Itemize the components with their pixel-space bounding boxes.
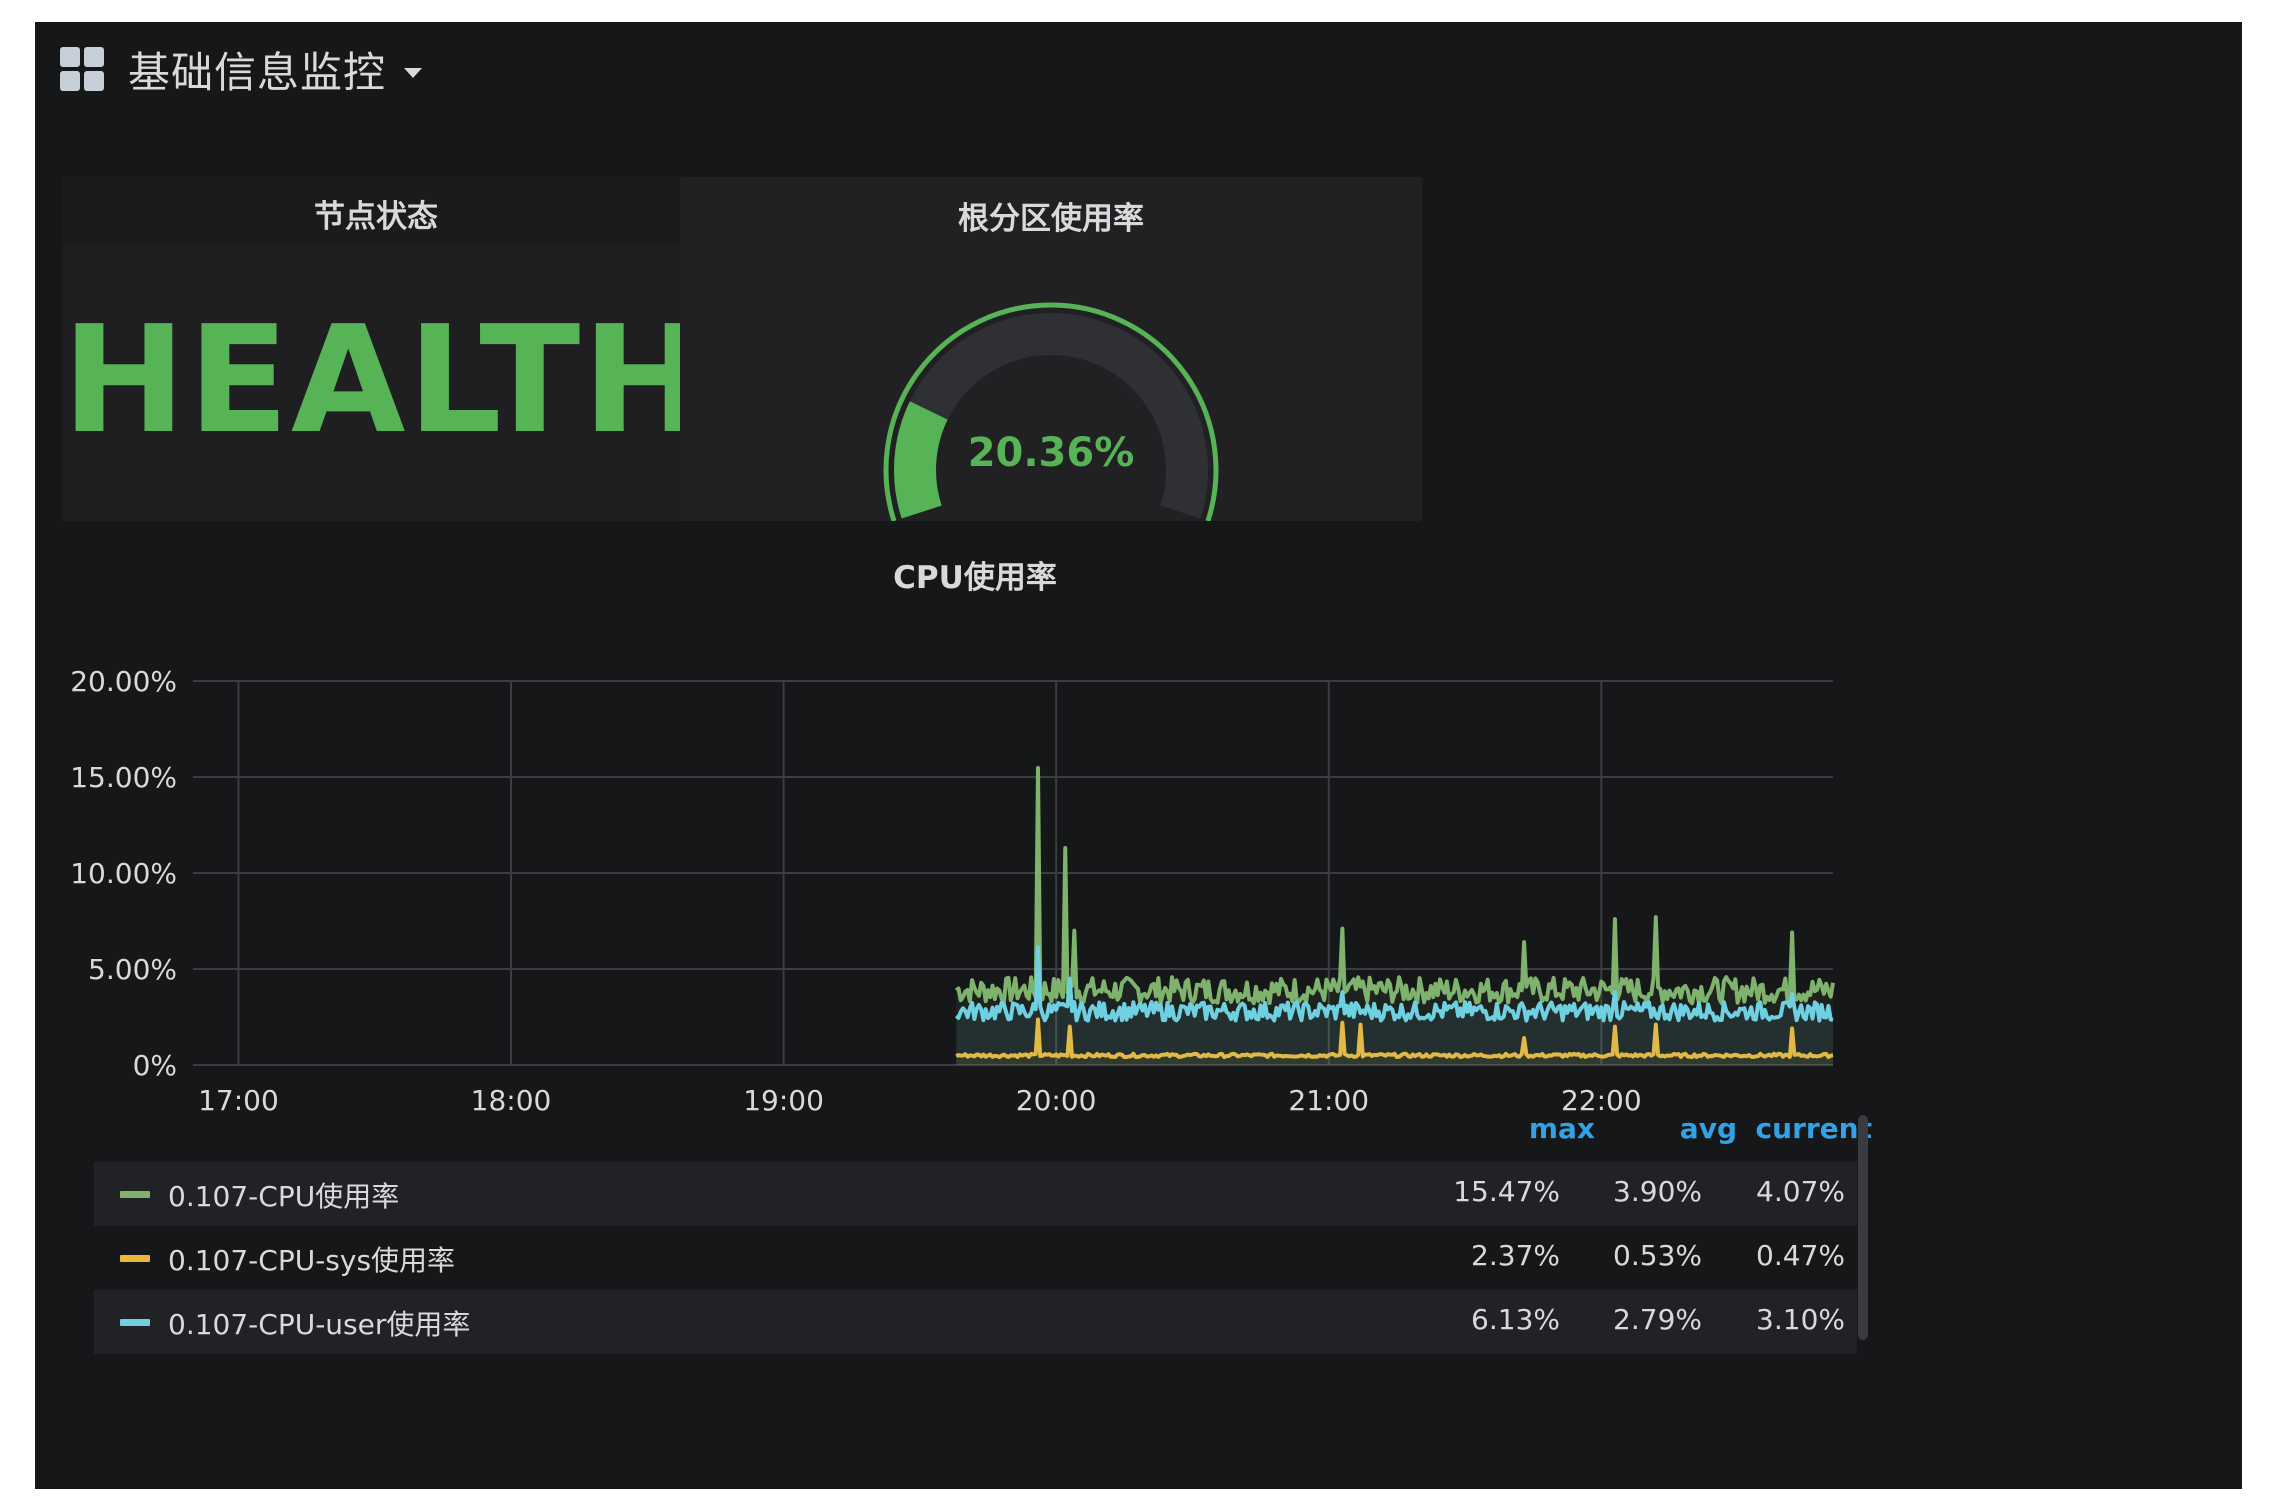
legend-current: 0.47% xyxy=(1756,1239,1845,1272)
legend-series-name[interactable]: 0.107-CPU-sys使用率 xyxy=(168,1239,455,1279)
x-tick-label: 18:00 xyxy=(471,1084,552,1117)
series-color-swatch[interactable] xyxy=(120,1255,150,1262)
x-tick-label: 19:00 xyxy=(743,1084,824,1117)
gauge-value-arc xyxy=(894,401,948,519)
root-partition-panel: 根分区使用率 20.36% xyxy=(680,177,1422,521)
legend-max: 2.37% xyxy=(1471,1239,1560,1272)
x-tick-label: 20:00 xyxy=(1016,1084,1097,1117)
cpu-graph-title[interactable]: CPU使用率 xyxy=(35,552,1915,597)
gauge-track xyxy=(894,313,1208,519)
legend-max: 15.47% xyxy=(1453,1175,1560,1208)
legend-current: 4.07% xyxy=(1756,1175,1845,1208)
legend-series-name[interactable]: 0.107-CPU使用率 xyxy=(168,1175,399,1215)
dashboard-title[interactable]: 基础信息监控 xyxy=(128,39,386,100)
y-tick-label: 15.00% xyxy=(70,761,177,794)
legend-series-name[interactable]: 0.107-CPU-user使用率 xyxy=(168,1303,470,1343)
legend-avg: 0.53% xyxy=(1613,1239,1702,1272)
node-status-value: HEALTH xyxy=(62,294,709,466)
dashboard-header[interactable]: 基础信息监控 xyxy=(60,34,423,104)
legend-avg: 3.90% xyxy=(1613,1175,1702,1208)
gauge-value-text: 20.36% xyxy=(968,430,1135,476)
legend-row[interactable]: 0.107-CPU使用率 15.47% 3.90% 4.07% xyxy=(94,1162,1857,1226)
legend-avg: 2.79% xyxy=(1613,1303,1702,1336)
legend-scrollbar[interactable] xyxy=(1858,1115,1868,1340)
apps-grid-icon[interactable] xyxy=(60,47,104,91)
root-partition-gauge: 20.36% xyxy=(883,302,1219,521)
legend-current: 3.10% xyxy=(1756,1303,1845,1336)
series-color-swatch[interactable] xyxy=(120,1191,150,1198)
series-line xyxy=(954,765,1835,1006)
y-tick-label: 0% xyxy=(133,1049,177,1082)
dashboard: 基础信息监控 节点状态 HEALTH 根分区使用率 20.36% CPU使用率 … xyxy=(35,22,2242,1489)
legend-header-max[interactable]: max xyxy=(1445,1112,1595,1145)
y-tick-label: 20.00% xyxy=(70,665,177,698)
chevron-down-icon[interactable] xyxy=(404,68,423,78)
node-status-panel-header: 节点状态 xyxy=(62,177,690,244)
y-tick-label: 10.00% xyxy=(70,857,177,890)
legend-row[interactable]: 0.107-CPU-sys使用率 2.37% 0.53% 0.47% xyxy=(94,1226,1857,1290)
x-tick-label: 21:00 xyxy=(1288,1084,1369,1117)
cpu-graph[interactable]: 20.00% 15.00% 10.00% 5.00% 0% 17:00 18:00 19:00… xyxy=(35,622,1915,1182)
series-color-swatch[interactable] xyxy=(120,1319,150,1326)
node-status-title[interactable]: 节点状态 xyxy=(62,191,690,236)
legend-header-current[interactable]: current xyxy=(1695,1112,1872,1145)
legend-row[interactable]: 0.107-CPU-user使用率 6.13% 2.79% 3.10% xyxy=(94,1290,1857,1354)
legend-max: 6.13% xyxy=(1471,1303,1560,1336)
y-tick-label: 5.00% xyxy=(88,953,177,986)
x-tick-label: 17:00 xyxy=(198,1084,279,1117)
node-status-panel: HEALTH xyxy=(62,244,709,521)
